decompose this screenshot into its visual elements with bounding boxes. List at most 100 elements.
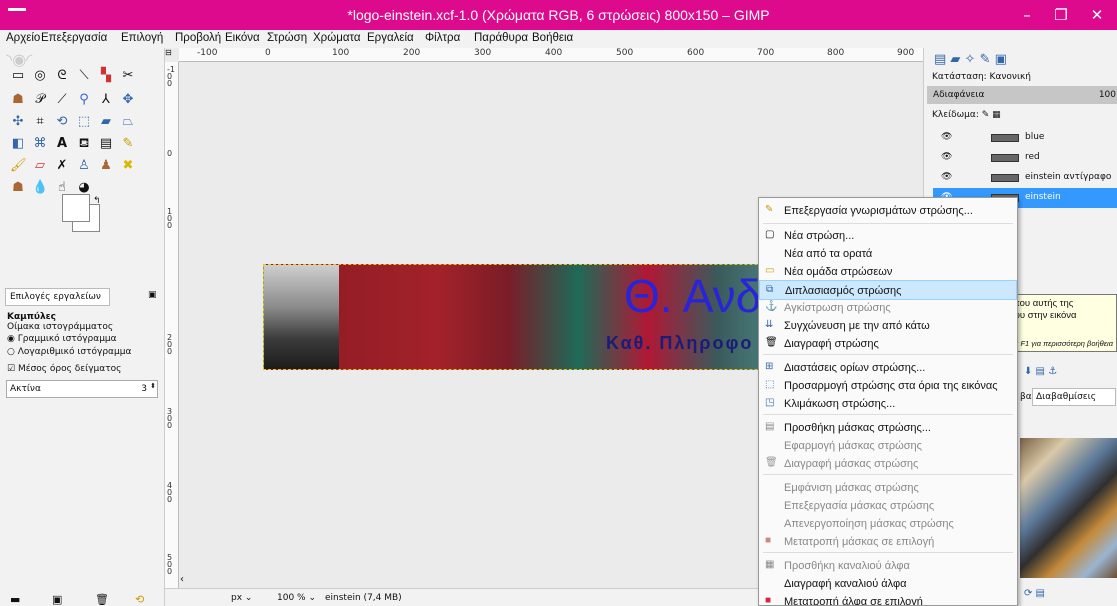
airbrush-icon[interactable]: ✗ — [54, 158, 70, 174]
menu-item-add-alpha[interactable]: ▦ Προσθήκη καναλιού άλφα — [759, 556, 1017, 576]
foreground-select-icon[interactable]: ☗ — [10, 92, 26, 108]
radius-spinner[interactable]: ⬍ — [150, 382, 156, 390]
menu-file[interactable]: Αρχείο — [6, 32, 40, 44]
menu-item-layer-to-image-size[interactable]: ⬚ Προσαρμογή στρώσης στα όρια της εικόνας — [759, 376, 1017, 396]
menu-layer[interactable]: Στρώση — [267, 32, 307, 44]
flip-icon[interactable]: ◧ — [10, 136, 26, 152]
patterns-grid[interactable] — [1020, 438, 1117, 578]
save-options-icon[interactable]: ▬ — [10, 593, 20, 606]
menu-view[interactable]: Προβολή — [175, 32, 221, 44]
menu-item-remove-alpha[interactable]: Διαγραφή καναλιού άλφα — [759, 574, 1017, 594]
lock-alpha-icon[interactable]: ▦ — [992, 110, 1001, 120]
ink-icon[interactable]: ♙ — [76, 158, 92, 174]
crop-icon[interactable]: ⌗ — [32, 114, 48, 130]
menu-item-duplicate-layer[interactable]: ⧉ Διπλασιασμός στρώσης — [759, 280, 1017, 300]
radio-log[interactable]: ○ Λογαριθμικό ιστόγραμμα — [7, 347, 131, 357]
menu-item-anchor-layer[interactable]: ⚓ Αγκίστρωση στρώσης — [759, 298, 1017, 318]
close-button[interactable]: ✕ — [1082, 4, 1112, 26]
layer-row[interactable]: 👁 blue — [933, 128, 1117, 148]
pencil-icon[interactable]: ✎ — [120, 136, 136, 152]
shear-icon[interactable]: ▰ — [98, 114, 114, 130]
maximize-button[interactable]: ❐ — [1046, 4, 1076, 26]
heal-icon[interactable]: ✖ — [120, 158, 136, 174]
cage-icon[interactable]: ⌘ — [32, 136, 48, 152]
text-icon[interactable]: A — [54, 136, 70, 152]
menu-item-merge-down[interactable]: ⇊ Συγχώνευση με την από κάτω — [759, 316, 1017, 336]
scissors-icon[interactable]: ✂ — [120, 68, 136, 84]
mode-label[interactable]: Κατάσταση: Κανονική — [932, 72, 1031, 82]
tab-menu-icon[interactable]: ▣ — [148, 290, 157, 300]
zoom-icon[interactable]: ⚲ — [76, 92, 92, 108]
eraser-icon[interactable]: ▱ — [32, 158, 48, 174]
rotate-icon[interactable]: ⟲ — [54, 114, 70, 130]
rect-select-icon[interactable]: ▭ — [10, 68, 26, 84]
perspective-clone-icon[interactable]: ☗ — [10, 180, 26, 196]
tab-gradients[interactable]: Διαβαθμίσεις — [1032, 388, 1116, 406]
clone-icon[interactable]: ♟ — [98, 158, 114, 174]
menu-item-alpha-to-selection[interactable]: ■ Μετατροπή άλφα σε επιλογή — [759, 592, 1017, 606]
menu-windows[interactable]: Παράθυρα — [474, 32, 528, 44]
menu-item-show-mask[interactable]: Εμφάνιση μάσκας στρώσης — [759, 478, 1017, 498]
horizontal-ruler[interactable]: -100 0 100 200 300 400 500 600 700 800 9… — [179, 48, 923, 62]
menu-item-layer-boundary[interactable]: ⊞ Διαστάσεις ορίων στρώσης... — [759, 358, 1017, 378]
select-by-color-icon[interactable]: ▚ — [98, 68, 114, 84]
layer-row[interactable]: 👁 red — [933, 148, 1117, 168]
menu-item-scale-layer[interactable]: ◳ Κλιμάκωση στρώσης... — [759, 394, 1017, 414]
menu-edit[interactable]: Επεξεργασία — [41, 32, 107, 44]
color-picker-icon[interactable]: ⟋ — [54, 92, 70, 108]
menu-item-add-mask[interactable]: ▤ Προσθήκη μάσκας στρώσης... — [759, 418, 1017, 438]
unit-selector[interactable]: px ⌄ — [231, 593, 252, 603]
menu-item-delete-layer[interactable]: 🗑 Διαγραφή στρώσης — [759, 334, 1017, 354]
layer-row[interactable]: 👁 einstein αντίγραφο — [933, 168, 1117, 188]
radio-linear[interactable]: ◉ Γραμμικό ιστόγραμμα — [7, 334, 117, 344]
menu-item-apply-mask[interactable]: Εφαρμογή μάσκας στρώσης — [759, 436, 1017, 456]
quick-mask-icon[interactable]: ⊟ — [165, 48, 179, 62]
swap-colors-icon[interactable]: ↰ — [93, 196, 101, 206]
menu-colors[interactable]: Χρώματα — [313, 32, 361, 44]
menu-item-disable-mask[interactable]: Απενεργοποίηση μάσκας στρώσης — [759, 514, 1017, 534]
dock-tabs-icons[interactable]: ▤ ▰ ✧ ✎ ▣ — [934, 52, 1007, 67]
menu-tools[interactable]: Εργαλεία — [367, 32, 414, 44]
menu-item-new-layer-group[interactable]: ▭ Νέα ομάδα στρώσεων — [759, 262, 1017, 282]
menu-item-new-layer[interactable]: ▢ Νέα στρώση... — [759, 226, 1017, 246]
sample-average-checkbox[interactable]: ☑ Μέσος όρος δείγματος — [7, 364, 121, 374]
paths-icon[interactable]: 𝒫 — [32, 92, 48, 108]
menu-item-mask-to-selection[interactable]: ■ Μετατροπή μάσκας σε επιλογή — [759, 532, 1017, 552]
menu-image[interactable]: Εικόνα — [225, 32, 260, 44]
opacity-slider[interactable]: Αδιαφάνεια 100 — [927, 86, 1117, 104]
menu-item-new-from-visible[interactable]: Νέα από τα ορατά — [759, 244, 1017, 264]
free-select-icon[interactable]: ᘓ — [54, 68, 70, 84]
blend-icon[interactable]: ▤ — [98, 136, 114, 152]
pattern-actions-icons[interactable]: ⟳ ▤ — [1024, 588, 1045, 599]
bucket-fill-icon[interactable]: ⛾ — [76, 136, 92, 152]
measure-icon[interactable]: ⅄ — [98, 92, 114, 108]
menu-select[interactable]: Επιλογή — [121, 32, 163, 44]
vertical-ruler[interactable]: -100 0 100 200 300 400 500 — [165, 62, 179, 588]
move-icon[interactable]: ✥ — [120, 92, 136, 108]
eye-icon[interactable]: 👁 — [941, 172, 952, 182]
tab-tool-options[interactable]: Επιλογές εργαλείων — [5, 288, 110, 306]
scale-icon[interactable]: ⬚ — [76, 114, 92, 130]
reset-options-icon[interactable]: ⟲ — [135, 593, 144, 606]
menu-item-delete-mask[interactable]: 🗑 Διαγραφή μάσκας στρώσης — [759, 454, 1017, 474]
blur-icon[interactable]: 💧 — [32, 180, 48, 196]
lock-pixels-icon[interactable]: ✎ — [982, 110, 990, 120]
eye-icon[interactable]: 👁 — [941, 132, 952, 142]
foreground-color-swatch[interactable] — [62, 194, 90, 222]
perspective-icon[interactable]: ⏢ — [120, 114, 136, 130]
minimize-button[interactable]: – — [1012, 4, 1042, 26]
menu-item-edit-attributes[interactable]: ✎ Επεξεργασία γνωρισμάτων στρώσης... — [759, 201, 1017, 221]
ellipse-select-icon[interactable]: ◎ — [32, 68, 48, 84]
eye-icon[interactable]: 👁 — [941, 152, 952, 162]
tab-fragment[interactable]: βα — [1020, 392, 1032, 402]
menu-help[interactable]: Βοήθεια — [532, 32, 573, 44]
layer-actions-icons[interactable]: ⬇ ▤ ⚓ — [1024, 366, 1057, 377]
align-icon[interactable]: ✣ — [10, 114, 26, 130]
menu-filters[interactable]: Φίλτρα — [425, 32, 460, 44]
paintbrush-icon[interactable]: 🖌 — [10, 158, 27, 174]
fuzzy-select-icon[interactable]: ⟍ — [76, 68, 92, 84]
menu-item-edit-mask[interactable]: Επεξεργασία μάσκας στρώσης — [759, 496, 1017, 516]
restore-options-icon[interactable]: ▣ — [52, 593, 62, 606]
zoom-selector[interactable]: 100 % ⌄ — [277, 593, 316, 603]
radius-field[interactable]: Ακτίνα 3 ⬍ — [6, 380, 158, 398]
